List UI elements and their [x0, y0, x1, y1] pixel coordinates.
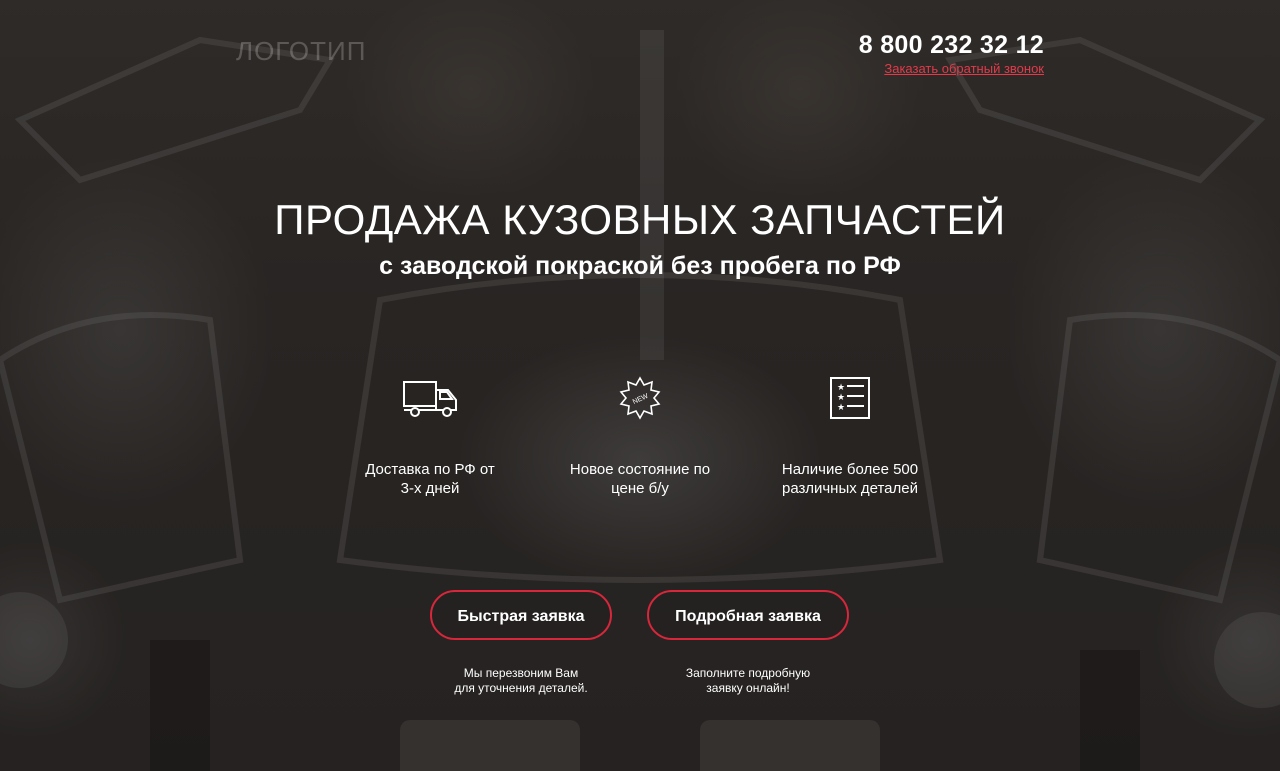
svg-text:NEW: NEW — [632, 393, 650, 406]
page-title: ПРОДАЖА КУЗОВНЫХ ЗАПЧАСТЕЙ — [274, 196, 1006, 243]
delivery-truck-icon — [403, 381, 457, 417]
quick-request-note: Мы перезвоним Вам для уточнения деталей. — [454, 666, 588, 695]
logo[interactable]: ЛОГОТИП — [236, 36, 366, 67]
quick-request-button[interactable]: Быстрая заявка — [430, 590, 612, 640]
svg-text:★: ★ — [837, 403, 845, 413]
page-subtitle: с заводской покраской без пробега по РФ — [379, 252, 901, 280]
detailed-request-button[interactable]: Подробная заявка — [647, 590, 849, 640]
callback-link[interactable]: Заказать обратный звонок — [884, 61, 1044, 76]
feature-availability-text: Наличие более 500 различных деталей — [781, 461, 919, 497]
new-badge-icon: NEW — [619, 376, 661, 420]
feature-condition: NEW Новое состояние по цене б/у — [540, 376, 740, 498]
checklist-icon: ★ ★ ★ — [830, 377, 870, 419]
feature-delivery-text: Доставка по РФ от 3-х дней — [365, 461, 495, 497]
feature-delivery: Доставка по РФ от 3-х дней — [330, 376, 530, 498]
feature-availability: ★ ★ ★ Наличие более 500 различных детале… — [750, 376, 950, 498]
detailed-request-note: Заполните подробную заявку онлайн! — [685, 666, 811, 695]
svg-text:★: ★ — [837, 393, 845, 403]
hero-section: ЛОГОТИП 8 800 232 32 12 Заказать обратны… — [0, 0, 1280, 771]
svg-text:★: ★ — [837, 383, 845, 393]
feature-condition-text: Новое состояние по цене б/у — [569, 461, 711, 497]
contact-block: 8 800 232 32 12 Заказать обратный звонок — [859, 30, 1044, 78]
phone-number[interactable]: 8 800 232 32 12 — [859, 30, 1044, 60]
